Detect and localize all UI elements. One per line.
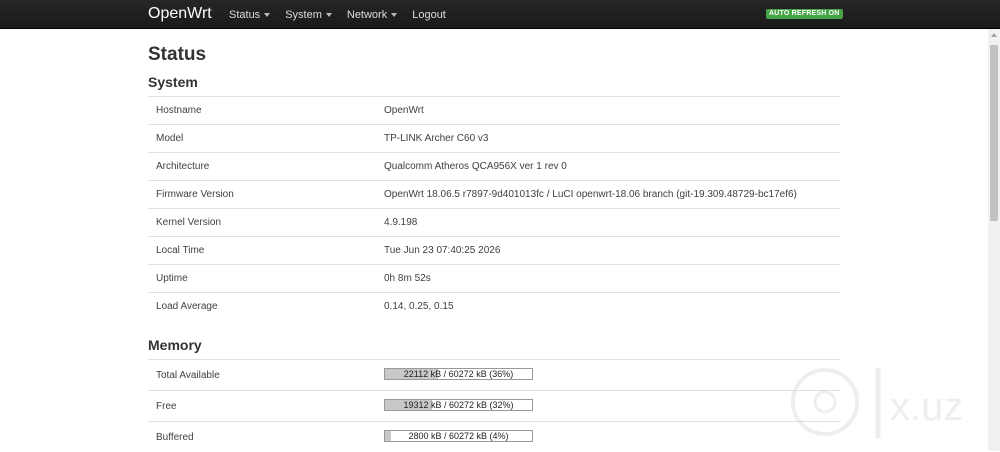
row-value: OpenWrt (384, 105, 424, 116)
memory-progress-bar: 19312 kB / 60272 kB (32%) (384, 399, 533, 411)
progress-text: 22112 kB / 60272 kB (36%) (403, 369, 514, 379)
memory-table: Total Available 22112 kB / 60272 kB (36%… (148, 359, 840, 452)
row-label: Buffered (156, 432, 194, 443)
menu-system[interactable]: System (285, 9, 332, 21)
row-value: 0.14, 0.25, 0.15 (384, 301, 454, 312)
chevron-down-icon (264, 13, 271, 17)
table-row: Firmware Version OpenWrt 18.06.5 r7897-9… (148, 180, 840, 208)
watermark-logo: x.uz (791, 368, 963, 438)
row-label: Model (156, 133, 184, 144)
table-row: Local Time Tue Jun 23 07:40:25 2026 (148, 236, 840, 264)
menu-network[interactable]: Network (346, 8, 398, 21)
table-row: Hostname OpenWrt (148, 96, 840, 124)
row-value: 4.9.198 (384, 217, 418, 228)
memory-progress-bar: 22112 kB / 60272 kB (36%) (384, 368, 533, 380)
system-table: Hostname OpenWrt Model TP-LINK Archer C6… (148, 96, 840, 320)
menu-status-label: Status (229, 8, 261, 21)
chevron-down-icon (325, 13, 332, 17)
row-value: OpenWrt 18.06.5 r7897-9d401013fc / LuCI … (384, 189, 797, 200)
row-label: Firmware Version (156, 189, 234, 200)
menu-logout-label: Logout (412, 8, 446, 21)
page-scrollbar[interactable] (988, 29, 1000, 451)
progress-text: 19312 kB / 60272 kB (32%) (403, 400, 514, 410)
row-label: Architecture (156, 161, 210, 172)
auto-refresh-toggle[interactable]: AUTO REFRESH ON (766, 9, 843, 19)
menu-logout[interactable]: Logout (412, 9, 446, 21)
watermark-text: x.uz (890, 385, 963, 429)
brand-logo[interactable]: OpenWrt (148, 4, 212, 24)
table-row: Free 19312 kB / 60272 kB (32%) (148, 390, 840, 421)
row-value: Tue Jun 23 07:40:25 2026 (384, 245, 501, 256)
menu-network-label: Network (346, 8, 388, 21)
top-navbar: OpenWrt Status System Network Logout AUT… (0, 0, 1000, 29)
scroll-thumb[interactable] (990, 45, 998, 221)
table-row: Model TP-LINK Archer C60 v3 (148, 124, 840, 152)
section-title-memory: Memory (148, 337, 202, 353)
table-row: Architecture Qualcomm Atheros QCA956X ve… (148, 152, 840, 180)
table-row: Load Average 0.14, 0.25, 0.15 (148, 292, 840, 320)
menu-system-label: System (285, 8, 322, 21)
row-label: Total Available (156, 370, 220, 381)
row-label: Hostname (156, 105, 202, 116)
table-row: Total Available 22112 kB / 60272 kB (36%… (148, 359, 840, 390)
progress-text: 2800 kB / 60272 kB (4%) (408, 431, 509, 441)
scroll-up-icon[interactable] (991, 33, 997, 37)
row-label: Kernel Version (156, 217, 222, 228)
main-menu: Status System Network Logout (229, 0, 461, 29)
row-label: Local Time (156, 245, 205, 256)
table-row: Buffered 2800 kB / 60272 kB (4%) (148, 421, 840, 452)
page-title: Status (148, 44, 207, 65)
table-row: Kernel Version 4.9.198 (148, 208, 840, 236)
chevron-down-icon (391, 13, 398, 17)
section-title-system: System (148, 74, 198, 90)
row-value: TP-LINK Archer C60 v3 (384, 133, 489, 144)
row-label: Load Average (156, 301, 218, 312)
row-value: 0h 8m 52s (384, 273, 431, 284)
row-value: Qualcomm Atheros QCA956X ver 1 rev 0 (384, 161, 567, 172)
row-label: Uptime (156, 273, 188, 284)
table-row: Uptime 0h 8m 52s (148, 264, 840, 292)
row-label: Free (156, 401, 177, 412)
memory-progress-bar: 2800 kB / 60272 kB (4%) (384, 430, 533, 442)
menu-status[interactable]: Status (229, 8, 271, 21)
